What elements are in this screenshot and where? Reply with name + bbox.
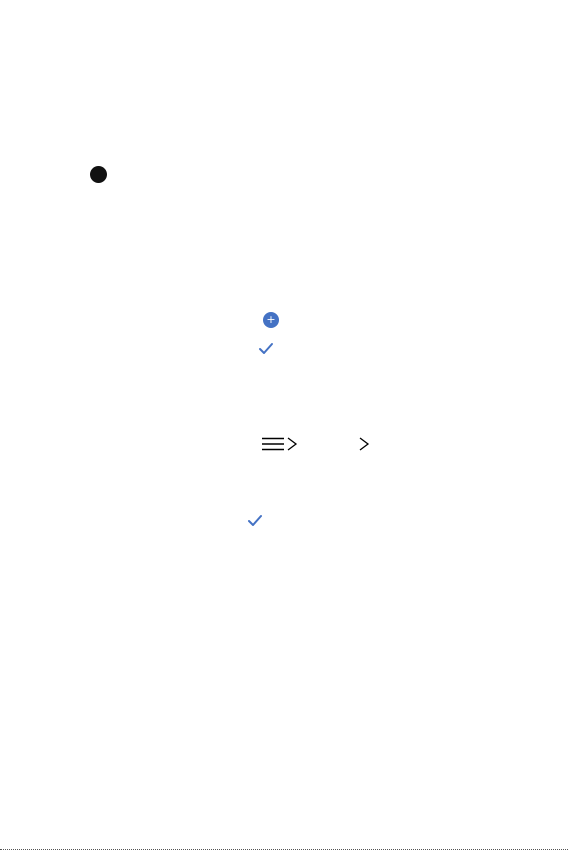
checkmark-icon [259, 343, 273, 354]
menu-navigation-path [262, 436, 372, 452]
manual-page: + [0, 0, 568, 851]
chevron-right-icon [287, 437, 298, 451]
hamburger-menu-icon [262, 437, 284, 451]
plus-circle-icon: + [263, 312, 279, 328]
plus-glyph: + [266, 313, 276, 326]
checkmark-icon [248, 515, 262, 526]
filled-circle-bullet-icon [90, 166, 107, 183]
chevron-right-icon [359, 437, 370, 451]
page-bottom-rule [0, 849, 568, 850]
